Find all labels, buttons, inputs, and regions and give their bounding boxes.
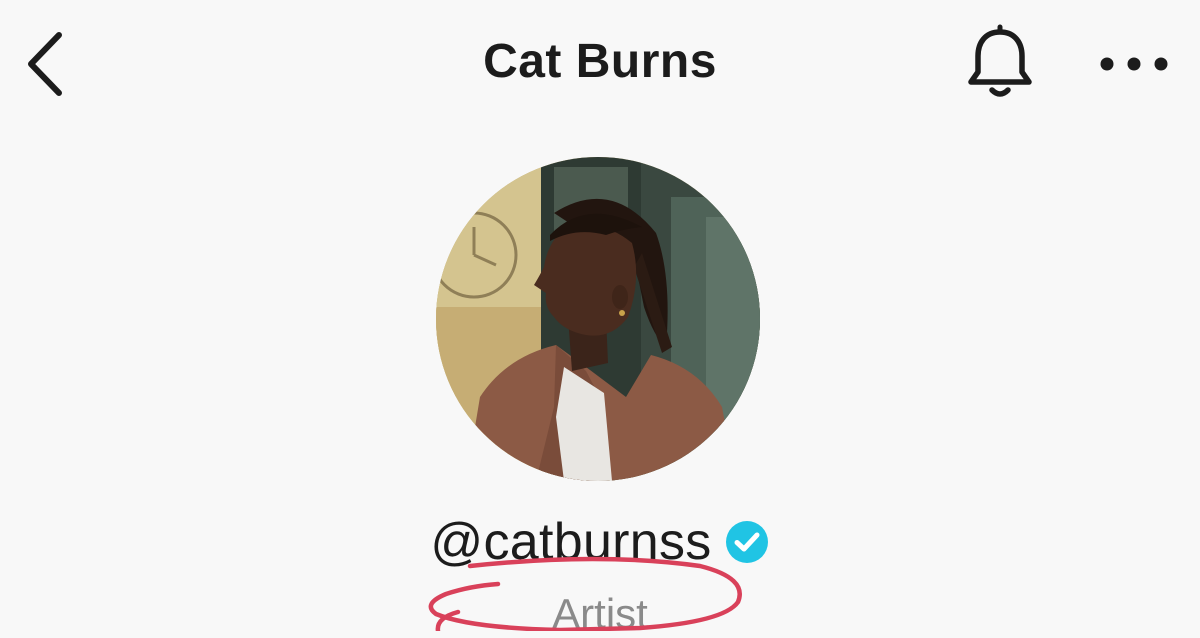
handle-row: @catburnss [0, 512, 1200, 572]
verified-check-icon [725, 521, 768, 563]
more-horizontal-icon [1100, 57, 1168, 71]
avatar[interactable] [436, 157, 760, 481]
profile-handle: @catburnss [430, 513, 712, 571]
bell-icon [968, 24, 1032, 97]
notifications-button[interactable] [958, 22, 1042, 106]
more-options-button[interactable] [1092, 36, 1176, 92]
verified-badge [724, 519, 770, 565]
profile-header: Cat Burns [0, 0, 1200, 130]
profile-photo [436, 157, 760, 481]
